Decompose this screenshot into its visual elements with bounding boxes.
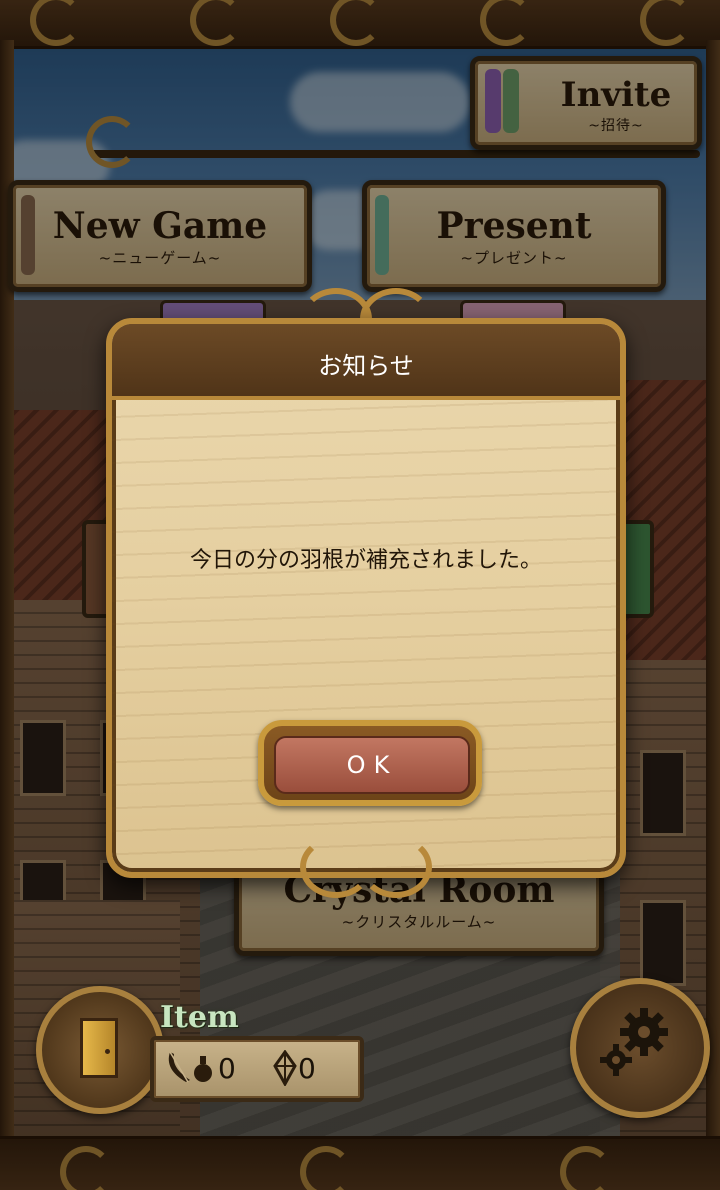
- exit-door-button[interactable]: [36, 986, 164, 1114]
- feather-count: 0: [218, 1052, 236, 1085]
- dialog-title: お知らせ: [318, 352, 414, 380]
- settings-button[interactable]: [570, 978, 710, 1118]
- potion-icon: [194, 1056, 212, 1082]
- gear-icon: [600, 1008, 668, 1076]
- item-panel: 0 0: [150, 1036, 364, 1102]
- ok-button[interactable]: OK: [274, 736, 470, 794]
- dialog-ornament: [360, 836, 432, 898]
- dialog-header: お知らせ: [112, 324, 620, 400]
- item-label: Item: [160, 1000, 239, 1035]
- crystal-icon: [273, 1050, 297, 1086]
- notice-dialog: お知らせ 今日の分の羽根が補充されました。 OK: [106, 318, 626, 878]
- crystal-count: 0: [298, 1052, 316, 1085]
- ok-button-frame: OK: [258, 720, 482, 806]
- dialog-message: 今日の分の羽根が補充されました。: [189, 548, 542, 573]
- door-icon: [80, 1018, 118, 1078]
- game-screen: Invite ~招待~ New Game ~ニューゲーム~ Present ~プ…: [0, 0, 720, 1190]
